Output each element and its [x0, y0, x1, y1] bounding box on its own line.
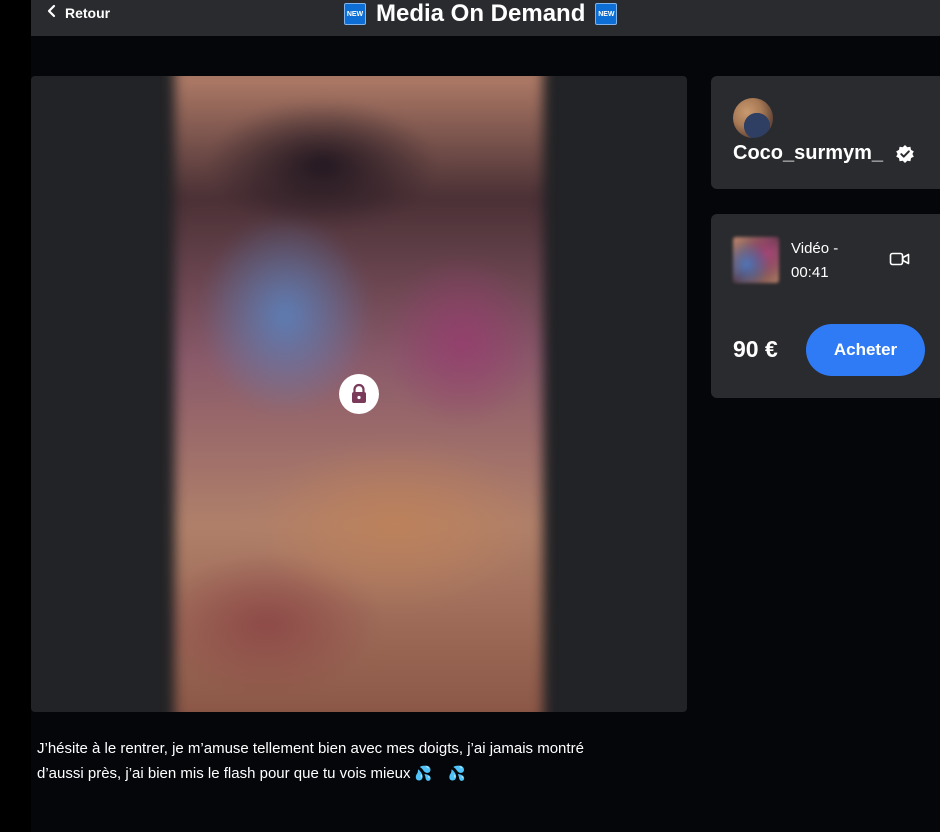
back-button[interactable]: Retour	[47, 4, 110, 22]
media-info: Vidéo - 00:41	[791, 237, 871, 285]
creator-card: Coco_surmym_	[711, 76, 940, 189]
page-title-group: NEW Media On Demand NEW	[344, 0, 618, 28]
media-type: Vidéo -	[791, 240, 839, 257]
buy-button[interactable]: Acheter	[806, 324, 925, 376]
verified-badge-icon	[895, 144, 915, 164]
caption-line-1: J’hésite à le rentrer, je m’amuse tellem…	[37, 740, 584, 757]
media-viewer	[31, 76, 687, 712]
top-bar: Retour NEW Media On Demand NEW	[31, 0, 940, 36]
purchase-card: Vidéo - 00:41 90 € Acheter	[711, 214, 940, 398]
chevron-left-icon	[47, 4, 57, 22]
avatar[interactable]	[733, 98, 773, 138]
price: 90 €	[733, 336, 778, 362]
creator-name-row[interactable]: Coco_surmym_	[733, 142, 915, 165]
page-title: Media On Demand	[376, 0, 586, 27]
lock-icon[interactable]	[339, 374, 379, 414]
new-badge-icon: NEW	[595, 3, 618, 25]
media-thumbnail	[733, 237, 779, 283]
left-edge-strip	[0, 0, 31, 832]
video-camera-icon	[889, 251, 911, 267]
back-label: Retour	[65, 5, 111, 21]
caption-line-2: d’aussi près, j’ai bien mis le flash pou…	[37, 765, 411, 782]
media-duration: 00:41	[791, 264, 829, 281]
creator-name: Coco_surmym_	[733, 142, 884, 164]
sweat-droplets-emoji: 💦 💦	[414, 765, 472, 781]
media-caption: J’hésite à le rentrer, je m’amuse tellem…	[37, 736, 637, 786]
new-badge-icon: NEW	[344, 3, 366, 25]
